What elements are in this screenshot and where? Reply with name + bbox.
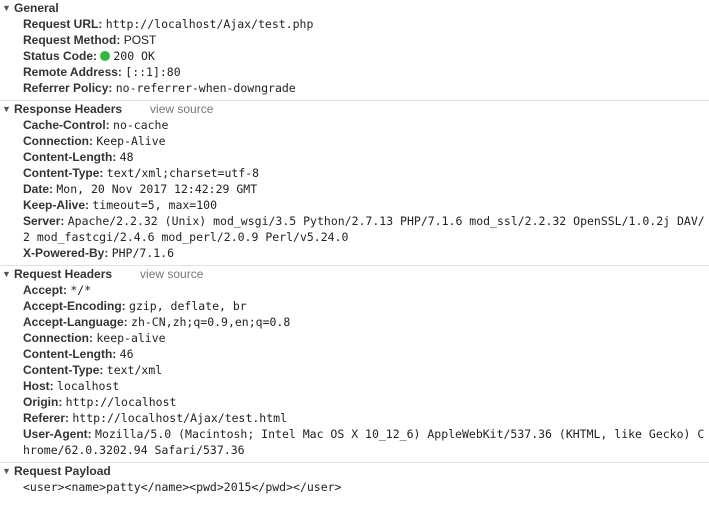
header-value: 46: [119, 347, 134, 361]
header-row: Server: Apache/2.2.32 (Unix) mod_wsgi/3.…: [23, 213, 709, 245]
header-key: Connection:: [23, 134, 93, 148]
general-section: ▼ General Request URL: http://localhost/…: [0, 0, 709, 101]
header-value: Apache/2.2.32 (Unix) mod_wsgi/3.5 Python…: [23, 214, 705, 244]
header-key: X-Powered-By:: [23, 246, 109, 260]
header-value: zh-CN,zh;q=0.9,en;q=0.8: [131, 315, 291, 329]
request-payload-section-header[interactable]: ▼ Request Payload: [0, 463, 709, 479]
header-value: http://localhost/Ajax/test.html: [72, 411, 288, 425]
header-row: Origin: http://localhost: [23, 394, 709, 410]
header-value: text/xml: [106, 363, 163, 377]
header-key: Referrer Policy:: [23, 81, 113, 95]
header-value: POST: [123, 33, 157, 47]
header-row: Cache-Control: no-cache: [23, 117, 709, 133]
header-row: Accept-Language: zh-CN,zh;q=0.9,en;q=0.8: [23, 314, 709, 330]
header-key: Connection:: [23, 331, 93, 345]
header-key: Status Code:: [23, 49, 98, 63]
header-value: http://localhost/Ajax/test.php: [105, 17, 314, 31]
header-key: Remote Address:: [23, 65, 122, 79]
header-key: Keep-Alive:: [23, 198, 90, 212]
header-row: Content-Length: 46: [23, 346, 709, 362]
section-title: Response Headers: [14, 102, 123, 116]
view-source-link[interactable]: view source: [150, 102, 213, 116]
headers-panel: ▼ General Request URL: http://localhost/…: [0, 0, 709, 495]
header-row: Host: localhost: [23, 378, 709, 394]
request-payload-body: <user><name>patty</name><pwd>2015</pwd><…: [23, 480, 342, 494]
header-row: Date: Mon, 20 Nov 2017 12:42:29 GMT: [23, 181, 709, 197]
header-key: Request URL:: [23, 17, 103, 31]
header-key: Request Method:: [23, 33, 121, 47]
header-key: Accept-Language:: [23, 315, 128, 329]
header-key: Server:: [23, 214, 65, 228]
request-headers-section-header[interactable]: ▼ Request Headers view source: [0, 266, 709, 282]
header-value: no-referrer-when-downgrade: [115, 81, 296, 95]
header-value: localhost: [57, 379, 120, 393]
header-row: Connection: Keep-Alive: [23, 133, 709, 149]
view-source-link[interactable]: view source: [140, 267, 203, 281]
header-value: Mozilla/5.0 (Macintosh; Intel Mac OS X 1…: [23, 427, 705, 457]
header-value: keep-alive: [96, 331, 166, 345]
header-row: Content-Type: text/xml: [23, 362, 709, 378]
header-value: text/xml;charset=utf-8: [106, 166, 260, 180]
triangle-down-icon: ▼: [2, 3, 11, 13]
triangle-down-icon: ▼: [2, 466, 11, 476]
header-key: Referer:: [23, 411, 70, 425]
general-rows: Request URL: http://localhost/Ajax/test.…: [0, 16, 709, 100]
header-row: Remote Address: [::1]:80: [23, 64, 709, 80]
response-headers-section: ▼ Response Headers view source Cache-Con…: [0, 101, 709, 266]
section-title: Request Headers: [14, 267, 113, 281]
header-key: Content-Length:: [23, 150, 117, 164]
header-key: Origin:: [23, 395, 63, 409]
header-value: Mon, 20 Nov 2017 12:42:29 GMT: [56, 182, 258, 196]
header-key: Accept-Encoding:: [23, 299, 126, 313]
header-value: */*: [70, 283, 92, 297]
header-value: [::1]:80: [125, 65, 181, 79]
header-key: Content-Type:: [23, 166, 104, 180]
header-row: X-Powered-By: PHP/7.1.6: [23, 245, 709, 261]
header-value: http://localhost: [65, 395, 177, 409]
header-value: 48: [119, 150, 134, 164]
header-value: PHP/7.1.6: [111, 246, 175, 260]
header-row: Referer: http://localhost/Ajax/test.html: [23, 410, 709, 426]
header-key: Cache-Control:: [23, 118, 110, 132]
status-code-value: 200 OK: [113, 49, 155, 63]
header-row: Referrer Policy: no-referrer-when-downgr…: [23, 80, 709, 96]
header-row: User-Agent: Mozilla/5.0 (Macintosh; Inte…: [23, 426, 709, 458]
request-headers-section: ▼ Request Headers view source Accept: */…: [0, 266, 709, 463]
response-headers-rows: Cache-Control: no-cache Connection: Keep…: [0, 117, 709, 265]
header-key: Host:: [23, 379, 54, 393]
header-value: gzip, deflate, br: [129, 299, 247, 313]
section-title: Request Payload: [14, 464, 111, 478]
response-headers-section-header[interactable]: ▼ Response Headers view source: [0, 101, 709, 117]
header-key: Accept:: [23, 283, 68, 297]
general-section-header[interactable]: ▼ General: [0, 0, 709, 16]
header-key: Content-Type:: [23, 363, 104, 377]
header-value: timeout=5, max=100: [92, 198, 217, 212]
request-payload-section: ▼ Request Payload <user><name>patty</nam…: [0, 463, 709, 495]
header-key: Date:: [23, 182, 54, 196]
header-row: Content-Type: text/xml;charset=utf-8: [23, 165, 709, 181]
request-headers-rows: Accept: */* Accept-Encoding: gzip, defla…: [0, 282, 709, 462]
header-row: Status Code: 200 OK: [23, 48, 709, 64]
header-value: no-cache: [113, 118, 169, 132]
header-row: Content-Length: 48: [23, 149, 709, 165]
triangle-down-icon: ▼: [2, 269, 11, 279]
header-value: Keep-Alive: [96, 134, 166, 148]
header-row: Connection: keep-alive: [23, 330, 709, 346]
header-row: Accept-Encoding: gzip, deflate, br: [23, 298, 709, 314]
header-row: Accept: */*: [23, 282, 709, 298]
header-row: Keep-Alive: timeout=5, max=100: [23, 197, 709, 213]
header-key: User-Agent:: [23, 427, 92, 441]
triangle-down-icon: ▼: [2, 104, 11, 114]
header-key: Content-Length:: [23, 347, 117, 361]
section-title: General: [14, 1, 59, 15]
status-success-icon: [100, 51, 111, 61]
header-row: Request URL: http://localhost/Ajax/test.…: [23, 16, 709, 32]
header-row: Request Method: POST: [23, 32, 709, 48]
